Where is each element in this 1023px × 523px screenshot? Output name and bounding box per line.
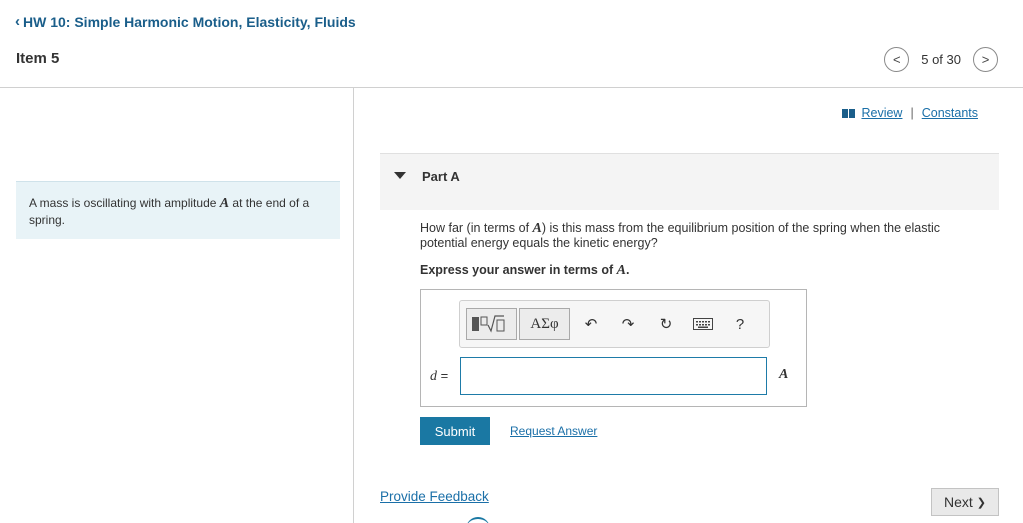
question-text: How far (in terms of A) is this mass fro… [420, 221, 990, 251]
submit-button[interactable]: Submit [420, 417, 490, 445]
item-pager: < 5 of 30 > [884, 47, 998, 72]
header-divider [0, 87, 1023, 88]
part-header[interactable] [380, 153, 999, 210]
undo-icon[interactable]: ↶ [580, 313, 602, 335]
book-icon [842, 108, 856, 118]
math-toolbar: ΑΣφ ↶ ↷ ↻ ? [459, 300, 770, 348]
request-answer-link[interactable]: Request Answer [510, 424, 597, 438]
reset-icon[interactable]: ↻ [655, 313, 677, 335]
chevron-right-icon: ❯ [976, 496, 986, 509]
next-item-button[interactable]: > [973, 47, 998, 72]
instruction-period: . [625, 263, 630, 277]
back-to-assignment-link[interactable]: ‹ HW 10: Simple Harmonic Motion, Elastic… [15, 13, 356, 30]
problem-text: A mass is oscillating with amplitude [29, 196, 220, 210]
problem-variable: A [219, 196, 230, 211]
loading-spinner-icon [466, 517, 490, 523]
item-title: Item 5 [16, 50, 60, 67]
resources-bar: Review | Constants [842, 106, 978, 120]
previous-item-button[interactable]: < [884, 47, 910, 72]
column-divider [353, 87, 354, 523]
next-button[interactable]: Next ❯ [931, 488, 999, 516]
resources-separator: | [910, 106, 914, 120]
assignment-title: HW 10: Simple Harmonic Motion, Elasticit… [23, 13, 356, 30]
part-title: Part A [422, 169, 460, 184]
question-text-start: How far (in terms of [420, 221, 533, 235]
question-variable: A [532, 221, 542, 236]
collapse-caret-icon[interactable] [394, 172, 406, 179]
constants-link[interactable]: Constants [922, 106, 978, 120]
greek-symbols-button[interactable]: ΑΣφ [519, 308, 570, 340]
redo-icon[interactable]: ↷ [617, 313, 639, 335]
next-button-label: Next [943, 494, 973, 510]
help-icon[interactable]: ? [729, 313, 751, 335]
answer-variable-label: d = [430, 368, 448, 385]
answer-instruction: Express your answer in terms of A. [420, 263, 629, 279]
answer-variable: d [430, 369, 437, 384]
answer-input[interactable] [460, 357, 767, 395]
problem-statement: A mass is oscillating with amplitude A a… [16, 181, 340, 239]
keyboard-shape [693, 318, 713, 330]
templates-icon [471, 315, 504, 333]
chevron-left-icon: < [892, 52, 901, 67]
chevron-right-icon: > [981, 52, 990, 67]
answer-equals: = [437, 368, 449, 383]
keyboard-icon[interactable] [692, 313, 714, 335]
answer-unit: A [779, 367, 789, 382]
item-position: 5 of 30 [921, 52, 961, 67]
review-link[interactable]: Review [861, 106, 902, 120]
instruction-text: Express your answer in terms of [420, 263, 617, 277]
provide-feedback-link[interactable]: Provide Feedback [380, 489, 489, 504]
instruction-variable: A [616, 263, 626, 278]
chevron-left-icon: ‹ [15, 13, 20, 30]
templates-button[interactable] [466, 308, 517, 340]
